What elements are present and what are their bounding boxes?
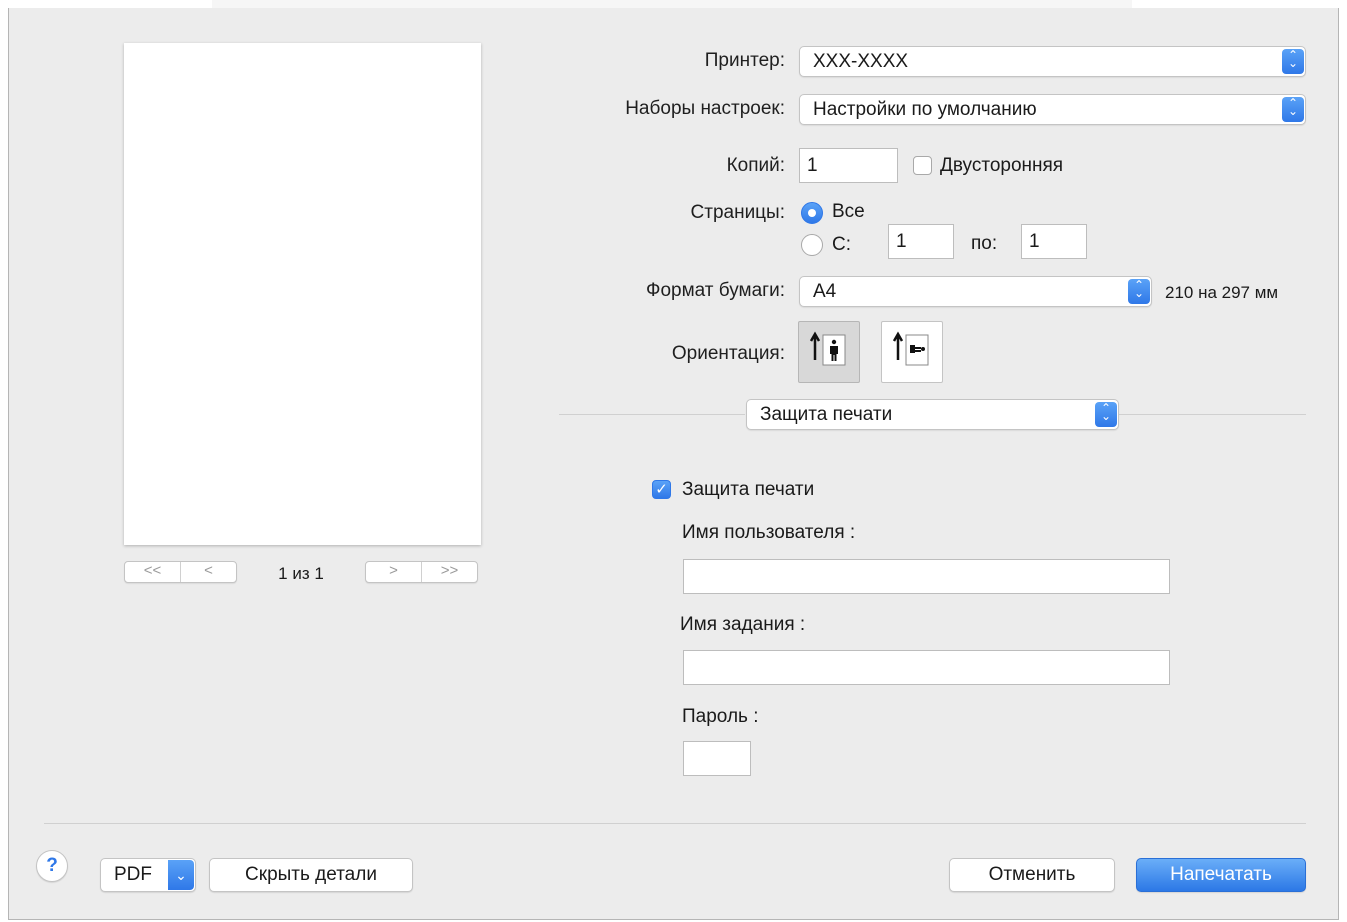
paper-dimensions: 210 на 297 мм [1165,283,1279,302]
page-preview [124,43,481,545]
password-label: Пароль : [682,706,759,727]
copies-field[interactable]: 1 [799,148,898,183]
pages-all-radio[interactable] [801,202,823,224]
popup-arrows-icon: ⌃ ⌄ [1282,49,1304,74]
paper-size-value: A4 [813,281,837,302]
print-button[interactable]: Напечатать [1136,858,1306,892]
pages-from-label: С: [832,234,851,255]
job-name-label: Имя задания : [680,614,806,635]
landscape-orientation-button[interactable] [881,321,943,383]
user-name-field[interactable] [683,559,1170,594]
footer-divider [44,823,1306,824]
help-icon: ? [46,855,58,876]
presets-popup[interactable]: Настройки по умолчанию ⌃ ⌄ [799,94,1306,125]
section-divider-left [559,414,745,415]
paper-size-popup[interactable]: A4 ⌃ ⌄ [799,276,1152,307]
printer-label: Принтер: [704,50,785,71]
preview-nav-back-group: << < [124,561,237,583]
pages-to-field[interactable]: 1 [1021,224,1087,259]
printer-value: XXX-XXXX [813,51,909,72]
popup-arrows-icon: ⌃ ⌄ [1282,97,1304,122]
presets-label: Наборы настроек: [625,98,785,119]
popup-arrows-icon: ⌃ ⌄ [1128,279,1150,304]
preview-nav-forward-group: > >> [365,561,478,583]
orientation-label: Ориентация: [671,343,785,364]
section-divider-right [1119,414,1306,415]
portrait-orientation-button[interactable] [798,321,860,383]
next-page-button[interactable]: > [366,562,421,582]
cancel-button[interactable]: Отменить [949,858,1115,892]
pages-all-label: Все [832,201,865,222]
hide-details-button[interactable]: Скрыть детали [209,858,413,892]
copies-label: Копий: [726,155,785,176]
pages-range-radio[interactable] [801,234,823,256]
landscape-orientation-icon [892,331,929,366]
pages-from-field[interactable]: 1 [888,224,954,259]
job-name-field[interactable] [683,650,1170,685]
pdf-menu-button[interactable]: PDF ⌄ [100,858,196,892]
paper-size-label: Формат бумаги: [646,280,785,301]
page-counter: 1 из 1 [278,564,324,583]
printer-popup[interactable]: XXX-XXXX ⌃ ⌄ [799,46,1306,77]
section-popup-value: Защита печати [760,404,893,425]
password-field[interactable] [683,741,751,776]
print-dialog: << < 1 из 1 > >> Принтер: XXX-XXXX ⌃ ⌄ На… [8,8,1339,920]
pdf-label: PDF [114,864,152,885]
two-sided-checkbox[interactable] [913,156,932,175]
last-page-button[interactable]: >> [421,562,477,582]
presets-value: Настройки по умолчанию [813,99,1037,120]
section-popup[interactable]: Защита печати ⌃ ⌄ [746,399,1119,430]
user-name-label: Имя пользователя : [682,522,856,543]
secure-print-label: Защита печати [682,479,815,500]
previous-page-button[interactable]: < [180,562,236,582]
pages-label: Страницы: [690,202,785,223]
popup-arrows-icon: ⌃ ⌄ [1095,402,1117,427]
pages-to-label: по: [971,233,998,254]
two-sided-label: Двусторонняя [940,155,1064,176]
checkmark-icon: ✓ [655,481,668,498]
help-button[interactable]: ? [36,850,68,882]
chevron-down-icon: ⌄ [168,860,194,890]
first-page-button[interactable]: << [125,562,180,582]
portrait-orientation-icon [809,331,846,366]
secure-print-checkbox[interactable]: ✓ [652,480,671,499]
